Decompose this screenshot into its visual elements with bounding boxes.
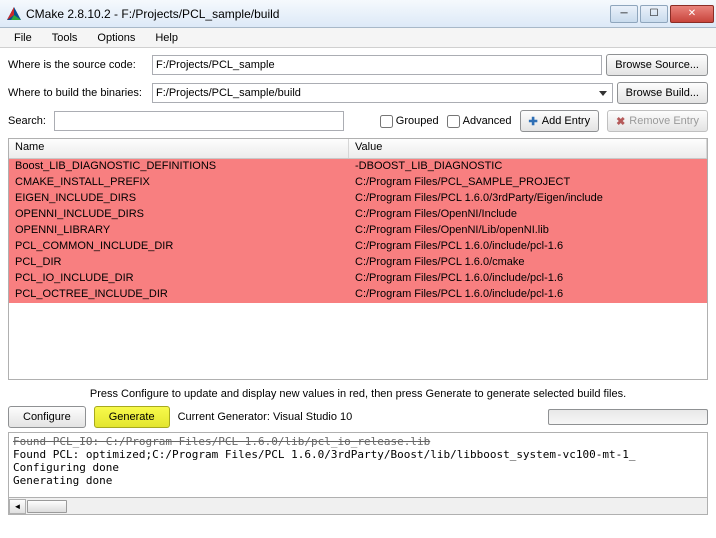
grouped-text: Grouped xyxy=(396,115,439,127)
cell-name: PCL_COMMON_INCLUDE_DIR xyxy=(9,239,349,255)
menu-options[interactable]: Options xyxy=(87,30,145,46)
menu-file[interactable]: File xyxy=(4,30,42,46)
source-row: Where is the source code: Browse Source.… xyxy=(8,54,708,76)
add-entry-label: Add Entry xyxy=(542,115,590,127)
cell-value[interactable]: C:/Program Files/PCL 1.6.0/include/pcl-1… xyxy=(349,271,707,287)
col-header-name[interactable]: Name xyxy=(9,139,349,158)
maximize-button[interactable]: ☐ xyxy=(640,5,668,23)
cell-value[interactable]: C:/Program Files/OpenNI/Lib/openNI.lib xyxy=(349,223,707,239)
close-button[interactable]: ✕ xyxy=(670,5,714,23)
cell-value[interactable]: -DBOOST_LIB_DIAGNOSTIC xyxy=(349,159,707,175)
grouped-checkbox-label[interactable]: Grouped xyxy=(380,115,439,128)
action-row: Configure Generate Current Generator: Vi… xyxy=(8,406,708,428)
grid-body[interactable]: Boost_LIB_DIAGNOSTIC_DEFINITIONS-DBOOST_… xyxy=(9,159,707,379)
advanced-checkbox[interactable] xyxy=(447,115,460,128)
advanced-text: Advanced xyxy=(463,115,512,127)
browse-build-button[interactable]: Browse Build... xyxy=(617,82,708,104)
cell-value[interactable]: C:/Program Files/PCL 1.6.0/3rdParty/Eige… xyxy=(349,191,707,207)
grouped-checkbox[interactable] xyxy=(380,115,393,128)
cell-value[interactable]: C:/Program Files/PCL 1.6.0/include/pcl-1… xyxy=(349,287,707,303)
log-line-2: Configuring done xyxy=(13,461,119,474)
build-label: Where to build the binaries: xyxy=(8,87,148,99)
current-generator-label: Current Generator: Visual Studio 10 xyxy=(178,411,353,423)
table-row[interactable]: EIGEN_INCLUDE_DIRSC:/Program Files/PCL 1… xyxy=(9,191,707,207)
cell-value[interactable]: C:/Program Files/OpenNI/Include xyxy=(349,207,707,223)
window-titlebar: CMake 2.8.10.2 - F:/Projects/PCL_sample/… xyxy=(0,0,716,28)
grid-header: Name Value xyxy=(9,139,707,159)
table-row[interactable]: OPENNI_INCLUDE_DIRSC:/Program Files/Open… xyxy=(9,207,707,223)
table-row[interactable]: PCL_DIRC:/Program Files/PCL 1.6.0/cmake xyxy=(9,255,707,271)
generate-button[interactable]: Generate xyxy=(94,406,170,428)
source-input[interactable] xyxy=(152,55,602,75)
search-label: Search: xyxy=(8,115,46,127)
cell-name: PCL_IO_INCLUDE_DIR xyxy=(9,271,349,287)
cell-value[interactable]: C:/Program Files/PCL 1.6.0/cmake xyxy=(349,255,707,271)
cell-name: OPENNI_INCLUDE_DIRS xyxy=(9,207,349,223)
help-text: Press Configure to update and display ne… xyxy=(8,380,708,406)
cell-value[interactable]: C:/Program Files/PCL_SAMPLE_PROJECT xyxy=(349,175,707,191)
table-row[interactable]: PCL_OCTREE_INCLUDE_DIRC:/Program Files/P… xyxy=(9,287,707,303)
log-line-0: Found PCL_IO: C:/Program Files/PCL 1.6.0… xyxy=(13,435,430,448)
x-icon: ✖ xyxy=(616,115,625,128)
minimize-button[interactable]: ─ xyxy=(610,5,638,23)
table-row[interactable]: PCL_COMMON_INCLUDE_DIRC:/Program Files/P… xyxy=(9,239,707,255)
remove-entry-label: Remove Entry xyxy=(629,115,699,127)
col-header-value[interactable]: Value xyxy=(349,139,707,158)
table-row[interactable]: Boost_LIB_DIAGNOSTIC_DEFINITIONS-DBOOST_… xyxy=(9,159,707,175)
search-input[interactable] xyxy=(54,111,344,131)
cell-name: Boost_LIB_DIAGNOSTIC_DEFINITIONS xyxy=(9,159,349,175)
source-label: Where is the source code: xyxy=(8,59,148,71)
progress-bar xyxy=(548,409,708,425)
window-title: CMake 2.8.10.2 - F:/Projects/PCL_sample/… xyxy=(26,7,608,21)
search-row: Search: Grouped Advanced ✚ Add Entry ✖ R… xyxy=(8,110,708,132)
log-scrollbar[interactable]: ◄ xyxy=(8,498,708,515)
table-row[interactable]: PCL_IO_INCLUDE_DIRC:/Program Files/PCL 1… xyxy=(9,271,707,287)
cmake-icon xyxy=(6,6,22,22)
scroll-thumb[interactable] xyxy=(27,500,67,513)
window-buttons: ─ ☐ ✕ xyxy=(608,5,714,23)
cell-name: EIGEN_INCLUDE_DIRS xyxy=(9,191,349,207)
cell-value[interactable]: C:/Program Files/PCL 1.6.0/include/pcl-1… xyxy=(349,239,707,255)
build-input[interactable] xyxy=(152,83,613,103)
build-dropdown-icon[interactable] xyxy=(596,85,611,101)
browse-source-button[interactable]: Browse Source... xyxy=(606,54,708,76)
add-entry-button[interactable]: ✚ Add Entry xyxy=(520,110,600,132)
menu-help[interactable]: Help xyxy=(145,30,188,46)
advanced-checkbox-label[interactable]: Advanced xyxy=(447,115,512,128)
build-row: Where to build the binaries: Browse Buil… xyxy=(8,82,708,104)
log-line-3: Generating done xyxy=(13,474,112,487)
table-row[interactable]: OPENNI_LIBRARYC:/Program Files/OpenNI/Li… xyxy=(9,223,707,239)
cell-name: CMAKE_INSTALL_PREFIX xyxy=(9,175,349,191)
table-row[interactable]: CMAKE_INSTALL_PREFIXC:/Program Files/PCL… xyxy=(9,175,707,191)
cell-name: PCL_OCTREE_INCLUDE_DIR xyxy=(9,287,349,303)
plus-icon: ✚ xyxy=(529,115,538,128)
cell-name: OPENNI_LIBRARY xyxy=(9,223,349,239)
remove-entry-button[interactable]: ✖ Remove Entry xyxy=(607,110,708,132)
menu-tools[interactable]: Tools xyxy=(42,30,88,46)
cell-name: PCL_DIR xyxy=(9,255,349,271)
scroll-left-icon[interactable]: ◄ xyxy=(9,499,26,514)
menu-bar: File Tools Options Help xyxy=(0,28,716,48)
configure-button[interactable]: Configure xyxy=(8,406,86,428)
cache-grid: Name Value Boost_LIB_DIAGNOSTIC_DEFINITI… xyxy=(8,138,708,380)
output-log[interactable]: Found PCL_IO: C:/Program Files/PCL 1.6.0… xyxy=(8,432,708,498)
log-line-1: Found PCL: optimized;C:/Program Files/PC… xyxy=(13,448,636,461)
